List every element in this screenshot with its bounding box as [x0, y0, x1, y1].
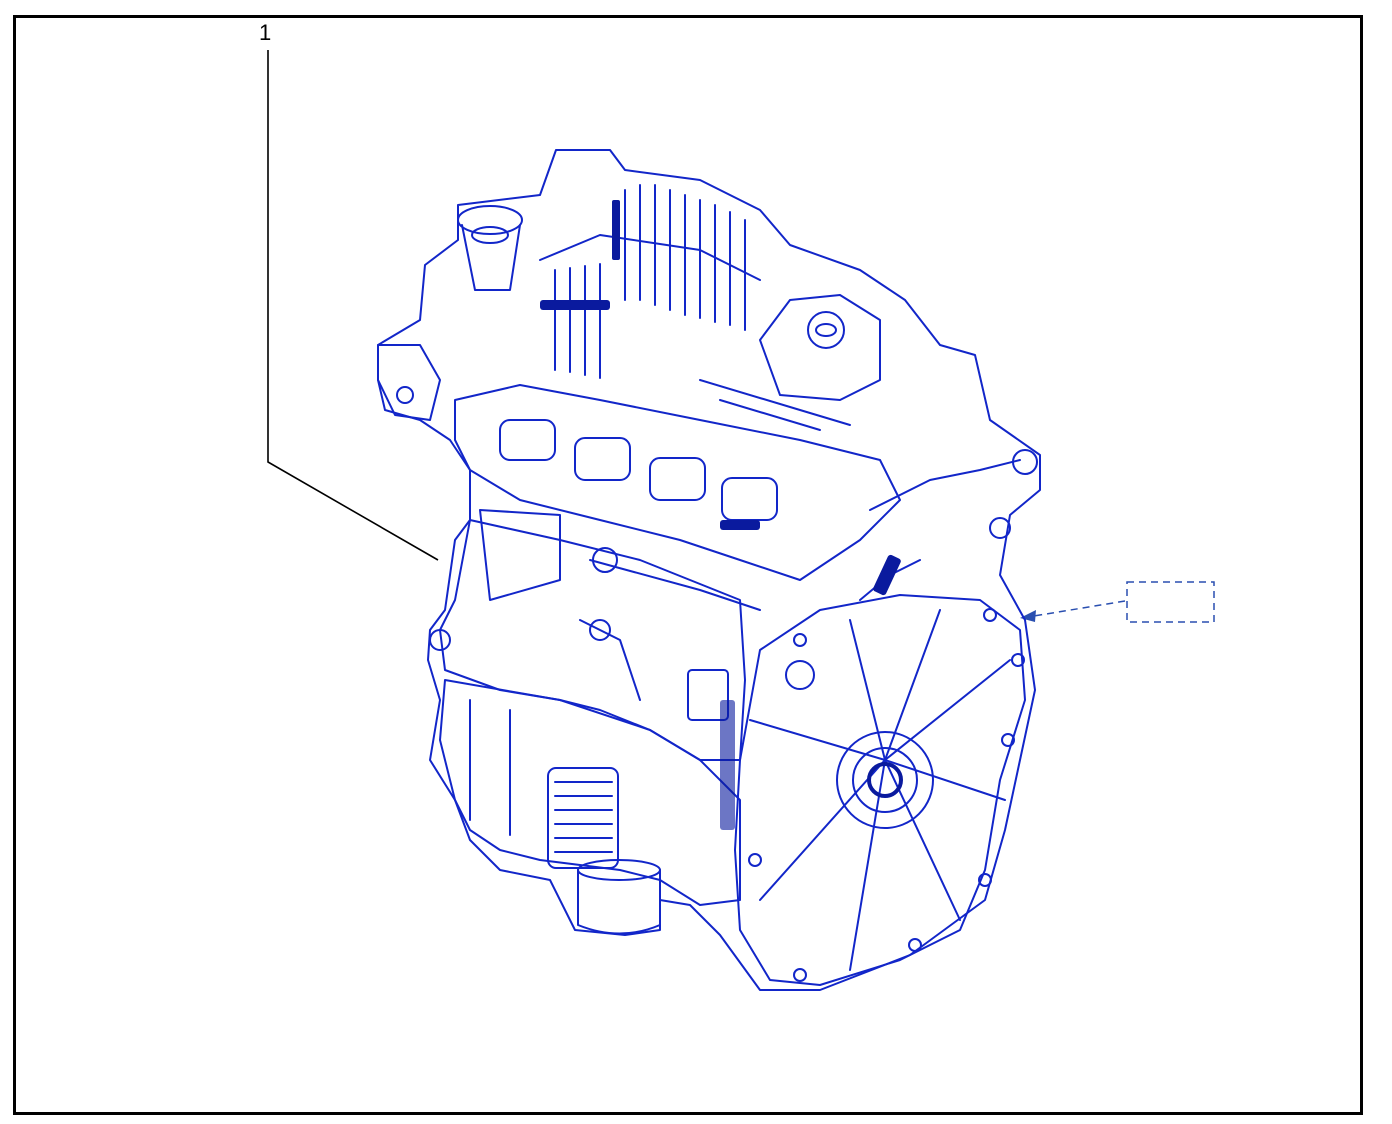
reference-box-icon[interactable]	[1126, 581, 1215, 623]
coolant-outlet	[1012, 449, 1038, 475]
reference-arrow-line	[1033, 600, 1126, 617]
engine-mount-bracket	[377, 344, 441, 421]
callout-leader-line-1	[267, 50, 439, 561]
crankshaft-flange	[836, 731, 934, 829]
oil-pan	[439, 679, 741, 906]
dark-accent-parts	[540, 200, 901, 830]
valve-cover-ribs	[539, 184, 761, 379]
engine-diagram	[267, 50, 1215, 991]
engine-assembly-drawing	[377, 149, 1041, 991]
bellhousing-ribs	[749, 609, 1011, 971]
cylinder-head-flange	[454, 384, 901, 581]
oil-cooler-fins	[554, 781, 613, 853]
oil-filler-cap	[457, 205, 523, 235]
engine-outline	[377, 149, 1041, 991]
